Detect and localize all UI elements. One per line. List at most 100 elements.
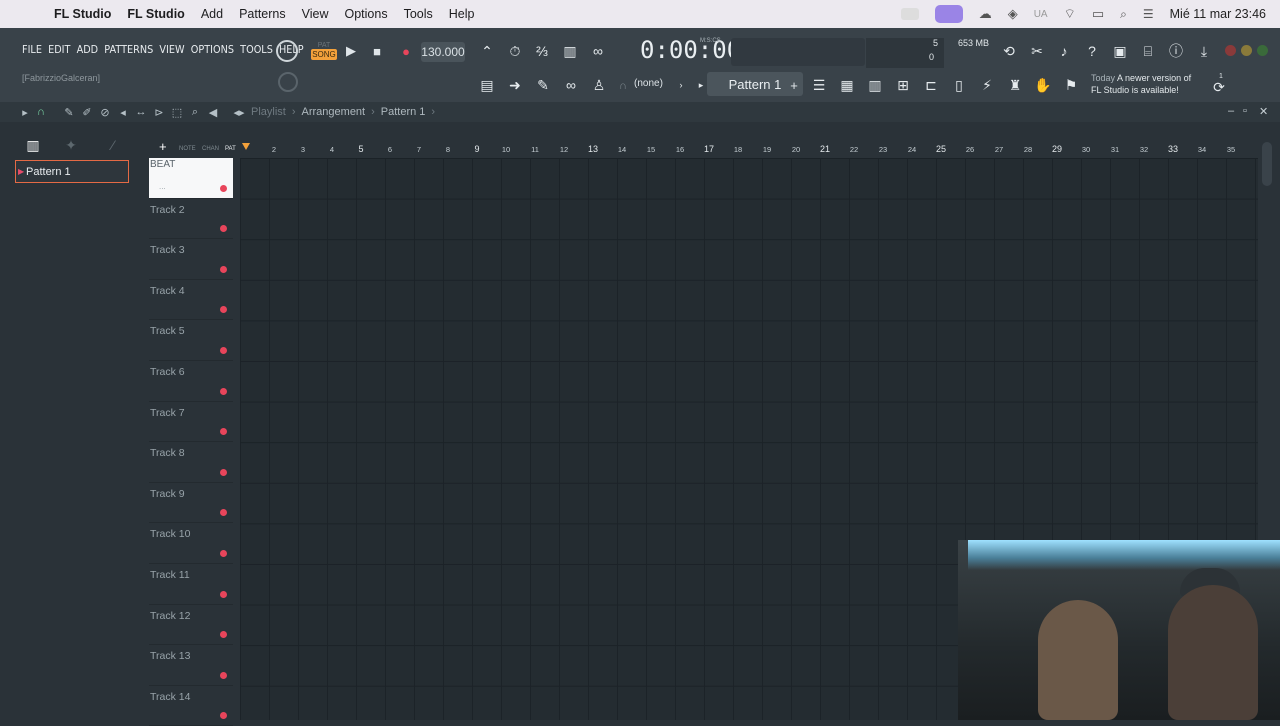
fl-menu-tools[interactable]: TOOLS <box>240 43 273 56</box>
select-tool-icon[interactable]: ⬚ <box>170 105 184 119</box>
browser-icon[interactable]: ⊏ <box>920 74 942 96</box>
loop-record-icon[interactable]: ∞ <box>587 40 609 62</box>
maximize-panel-icon[interactable]: ▫ <box>1243 105 1247 117</box>
piano-roll-icon[interactable]: ⊞ <box>892 74 914 96</box>
stop-button[interactable]: ■ <box>366 40 388 62</box>
creative-cloud-icon[interactable]: ☁ <box>979 6 992 22</box>
track-record-dot[interactable] <box>220 468 227 476</box>
fl-menu-view[interactable]: VIEW <box>159 43 184 56</box>
draw-tool-icon[interactable]: ✎ <box>62 105 76 119</box>
add-pattern-icon[interactable]: + <box>783 74 805 96</box>
audio-clip-icon[interactable]: ✦ <box>60 134 82 156</box>
screen-share-icon[interactable] <box>934 5 963 23</box>
track-record-dot[interactable] <box>220 509 227 517</box>
midi-icon[interactable]: ⌸ <box>1137 40 1159 62</box>
track-record-dot[interactable] <box>220 184 227 192</box>
zoom-tool-icon[interactable]: ⌕ <box>188 105 202 119</box>
track-record-dot[interactable] <box>220 306 227 314</box>
track-header[interactable]: Track 12 <box>149 605 233 646</box>
playlist-options-arrow-icon[interactable]: ▸ <box>18 105 32 119</box>
track-record-dot[interactable] <box>220 631 227 639</box>
pat-song-toggle[interactable]: PAT SONG <box>311 42 337 62</box>
record-button[interactable]: ● <box>395 40 417 62</box>
master-pitch-knob[interactable] <box>278 72 298 92</box>
arrow-icon[interactable]: ➜ <box>504 74 526 96</box>
menu-tools[interactable]: Help <box>441 7 483 21</box>
menu-fl-studio[interactable]: FL Studio <box>119 7 192 21</box>
fl-menu-edit[interactable]: EDIT <box>48 43 70 56</box>
pat-filter-label[interactable]: PAT <box>225 146 236 152</box>
link-icon[interactable]: ∞ <box>560 74 582 96</box>
track-header[interactable]: Track 4 <box>149 280 233 321</box>
spotlight-search-icon[interactable]: ⌕ <box>1120 7 1127 22</box>
close-window-icon[interactable] <box>1225 45 1236 56</box>
menu-app-name[interactable]: FL Studio <box>46 7 119 21</box>
filter-arrow-icon[interactable]: › <box>670 74 692 96</box>
track-header[interactable]: Track 9 <box>149 483 233 524</box>
breadcrumb-pattern[interactable]: Pattern 1 <box>381 106 426 118</box>
track-header[interactable]: Track 5 <box>149 320 233 361</box>
snap-icon[interactable]: ∩ <box>612 75 634 97</box>
track-header[interactable]: Track 7 <box>149 402 233 443</box>
scroll-thumb[interactable] <box>1262 142 1272 186</box>
menu-bar-clock[interactable]: Mié 11 mar 23:46 <box>1170 7 1266 21</box>
track-record-dot[interactable] <box>220 265 227 273</box>
track-record-dot[interactable] <box>220 549 227 557</box>
playback-tool-icon[interactable]: ◀ <box>206 105 220 119</box>
fl-menu-patterns[interactable]: PATTERNS <box>104 43 153 56</box>
track-record-dot[interactable] <box>220 225 227 233</box>
microphone-icon[interactable]: ♪ <box>1053 40 1075 62</box>
cut-icon[interactable]: ✂ <box>1026 40 1048 62</box>
chan-filter-label[interactable]: CHAN <box>202 146 219 152</box>
track-header[interactable]: Track 8 <box>149 442 233 483</box>
plugin-icon[interactable]: ⚡ <box>976 74 998 96</box>
undo-icon[interactable]: ⟲ <box>998 40 1020 62</box>
mixer-icon[interactable]: ▥ <box>864 74 886 96</box>
breadcrumb-arrangement[interactable]: Arrangement <box>302 106 366 118</box>
tempo-display[interactable]: 130.000 <box>421 42 465 62</box>
help-icon[interactable]: ? <box>1081 40 1103 62</box>
track-header[interactable]: Track 13 <box>149 645 233 686</box>
paint-tool-icon[interactable]: ✐ <box>80 105 94 119</box>
track-record-dot[interactable] <box>220 387 227 395</box>
fl-menu-options[interactable]: OPTIONS <box>191 43 234 56</box>
track-record-dot[interactable] <box>220 590 227 598</box>
menu-edit[interactable]: Add <box>193 7 231 21</box>
news-panel[interactable]: Today A newer version of FL Studio is av… <box>1091 72 1191 96</box>
mute-tool-icon[interactable]: ◂ <box>116 105 130 119</box>
menu-patterns[interactable]: View <box>294 7 337 21</box>
wait-icon[interactable]: ⏱ <box>504 40 526 62</box>
slice-tool-icon[interactable]: ⊳ <box>152 105 166 119</box>
piano-icon[interactable]: ▤ <box>476 74 498 96</box>
note-filter-label[interactable]: NOTE <box>179 146 196 152</box>
track-record-dot[interactable] <box>220 346 227 354</box>
track-header-beat[interactable]: BEAT... <box>149 158 233 199</box>
save-icon[interactable]: ▣ <box>1109 40 1131 62</box>
close-panel-icon[interactable]: ✕ <box>1259 105 1268 118</box>
delete-tool-icon[interactable]: ⊘ <box>98 105 112 119</box>
plugin-picker-icon[interactable]: ♜ <box>1004 74 1026 96</box>
stamp-icon[interactable]: ♙ <box>588 74 610 96</box>
metronome-icon[interactable]: ⌃ <box>476 40 498 62</box>
arrangement-arrows-icon[interactable]: ◂▸ <box>232 105 246 119</box>
control-center-icon[interactable]: ☰ <box>1143 7 1154 21</box>
playhead-marker[interactable] <box>242 143 250 150</box>
breadcrumb-playlist[interactable]: Playlist <box>251 106 286 118</box>
info-icon[interactable]: ⓘ <box>1165 40 1187 62</box>
shop-icon[interactable]: ⚑ <box>1060 74 1082 96</box>
automation-clip-icon[interactable]: ⁄ <box>102 134 124 156</box>
playlist-icon[interactable]: ☰ <box>808 74 830 96</box>
fl-menu-file[interactable]: FILE <box>22 43 42 56</box>
keyboard-layout-indicator[interactable]: UA <box>1034 9 1048 20</box>
menu-add[interactable]: Patterns <box>231 7 294 21</box>
track-header[interactable]: Track 6 <box>149 361 233 402</box>
magnet-snap-icon[interactable]: ∩ <box>34 105 48 119</box>
fl-menu-add[interactable]: ADD <box>77 43 99 56</box>
battery-icon[interactable]: ▭ <box>1092 6 1104 22</box>
track-header[interactable]: Track 3 <box>149 239 233 280</box>
track-record-dot[interactable] <box>220 712 227 720</box>
zoom-window-icon[interactable] <box>1257 45 1268 56</box>
minimize-panel-icon[interactable]: – <box>1228 105 1234 117</box>
hand-icon[interactable]: ✋ <box>1032 74 1054 96</box>
pen-icon[interactable]: ✎ <box>532 74 554 96</box>
